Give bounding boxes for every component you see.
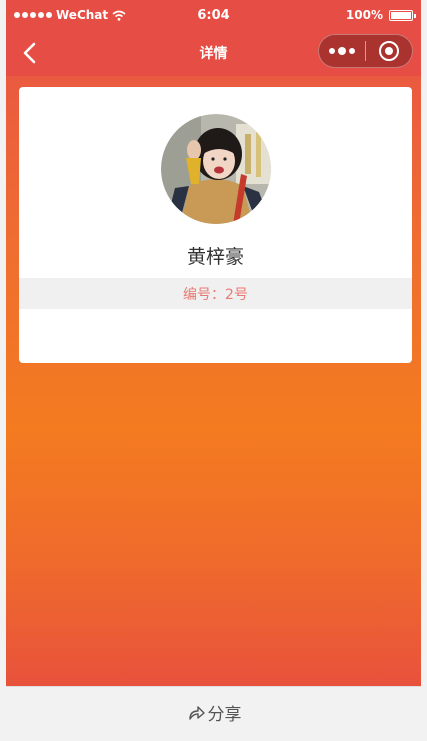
profile-name: 黄梓豪 (186, 246, 244, 268)
close-button[interactable] (366, 35, 412, 67)
carrier-label: WeChat (56, 8, 109, 22)
navigation-bar: 详情 (6, 30, 421, 76)
signal-dots-icon (14, 12, 52, 18)
more-dots-icon[interactable] (319, 35, 365, 67)
status-left: WeChat (14, 8, 164, 22)
status-time: 6:04 (197, 7, 230, 23)
close-ring-icon (379, 41, 399, 61)
profile-card: 黄梓豪 编号：2号 (19, 87, 412, 363)
phone-frame: WeChat 6:04 100% 详情 黄梓豪 编号：2号 分享 (0, 0, 427, 741)
battery-icon (389, 9, 416, 21)
mini-program-capsule (318, 34, 413, 68)
back-button[interactable] (16, 40, 42, 66)
battery-percent: 100% (345, 8, 383, 22)
profile-id-label: 编号：2号 (183, 286, 248, 303)
share-label: 分享 (207, 704, 242, 725)
avatar (161, 114, 271, 224)
back-chevron-icon (23, 42, 36, 64)
content-area: 黄梓豪 编号：2号 (6, 76, 421, 686)
share-arrow-icon (186, 702, 206, 722)
share-button[interactable]: 分享 (6, 686, 421, 737)
wifi-icon (112, 10, 126, 21)
page-title: 详情 (199, 46, 228, 62)
avatar-photo (161, 114, 271, 224)
profile-id-row: 编号：2号 (19, 278, 412, 309)
status-bar: WeChat 6:04 100% (6, 0, 421, 30)
status-right: 100% (263, 8, 416, 22)
